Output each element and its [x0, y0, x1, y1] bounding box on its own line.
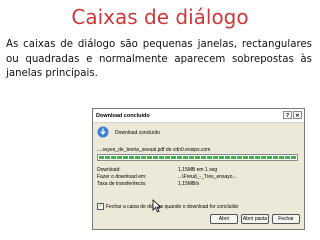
dialog-title: Download concluído	[96, 112, 150, 119]
close-window-button[interactable]: ✕	[293, 111, 302, 119]
window-controls: ? ✕	[283, 111, 302, 119]
slide-body-text: As caixas de diálogo são pequenas janela…	[6, 39, 312, 79]
download-complete-icon	[97, 126, 109, 138]
info-value: 1,15MB/s	[178, 181, 200, 187]
open-button[interactable]: Abrir	[210, 214, 238, 224]
download-dialog: Download concluído ? ✕ Download concluíd…	[92, 108, 305, 230]
slide-title: Caixas de diálogo	[71, 5, 249, 29]
close-when-done-checkbox[interactable]: ✓ Fechar a caixa de diálogo quando o dow…	[97, 203, 238, 210]
info-row-download: Download: 1,15MB em 1 seg	[97, 167, 217, 173]
download-heading: Download concluído	[115, 130, 161, 136]
help-button[interactable]: ?	[283, 111, 292, 119]
mouse-cursor-icon	[152, 199, 162, 213]
close-button[interactable]: Fechar	[272, 214, 300, 224]
dialog-buttons: Abrir Abrir pasta Fechar	[210, 214, 300, 224]
download-filename: ....ssyes_de_teoria_sexual.pdf de cdn0.e…	[97, 147, 211, 153]
checkbox-check-icon[interactable]: ✓	[97, 203, 104, 210]
info-label: Download:	[97, 167, 121, 173]
open-folder-button[interactable]: Abrir pasta	[241, 214, 269, 224]
info-value: 1,15MB em 1 seg	[178, 167, 218, 173]
progress-fill	[99, 156, 296, 159]
info-row-location: Fazer o download em: ...\Freud_-_Tres_en…	[97, 174, 237, 180]
info-row-rate: Taxa de transferência: 1,15MB/s	[97, 181, 199, 187]
dialog-titlebar[interactable]: Download concluído ? ✕	[93, 109, 304, 123]
progress-bar	[97, 154, 298, 161]
checkbox-label: Fechar a caixa de diálogo quando o downl…	[106, 203, 239, 210]
info-label: Fazer o download em:	[97, 174, 147, 180]
info-value: ...\Freud_-_Tres_ensayo...	[178, 174, 237, 180]
info-label: Taxa de transferência:	[97, 181, 147, 187]
